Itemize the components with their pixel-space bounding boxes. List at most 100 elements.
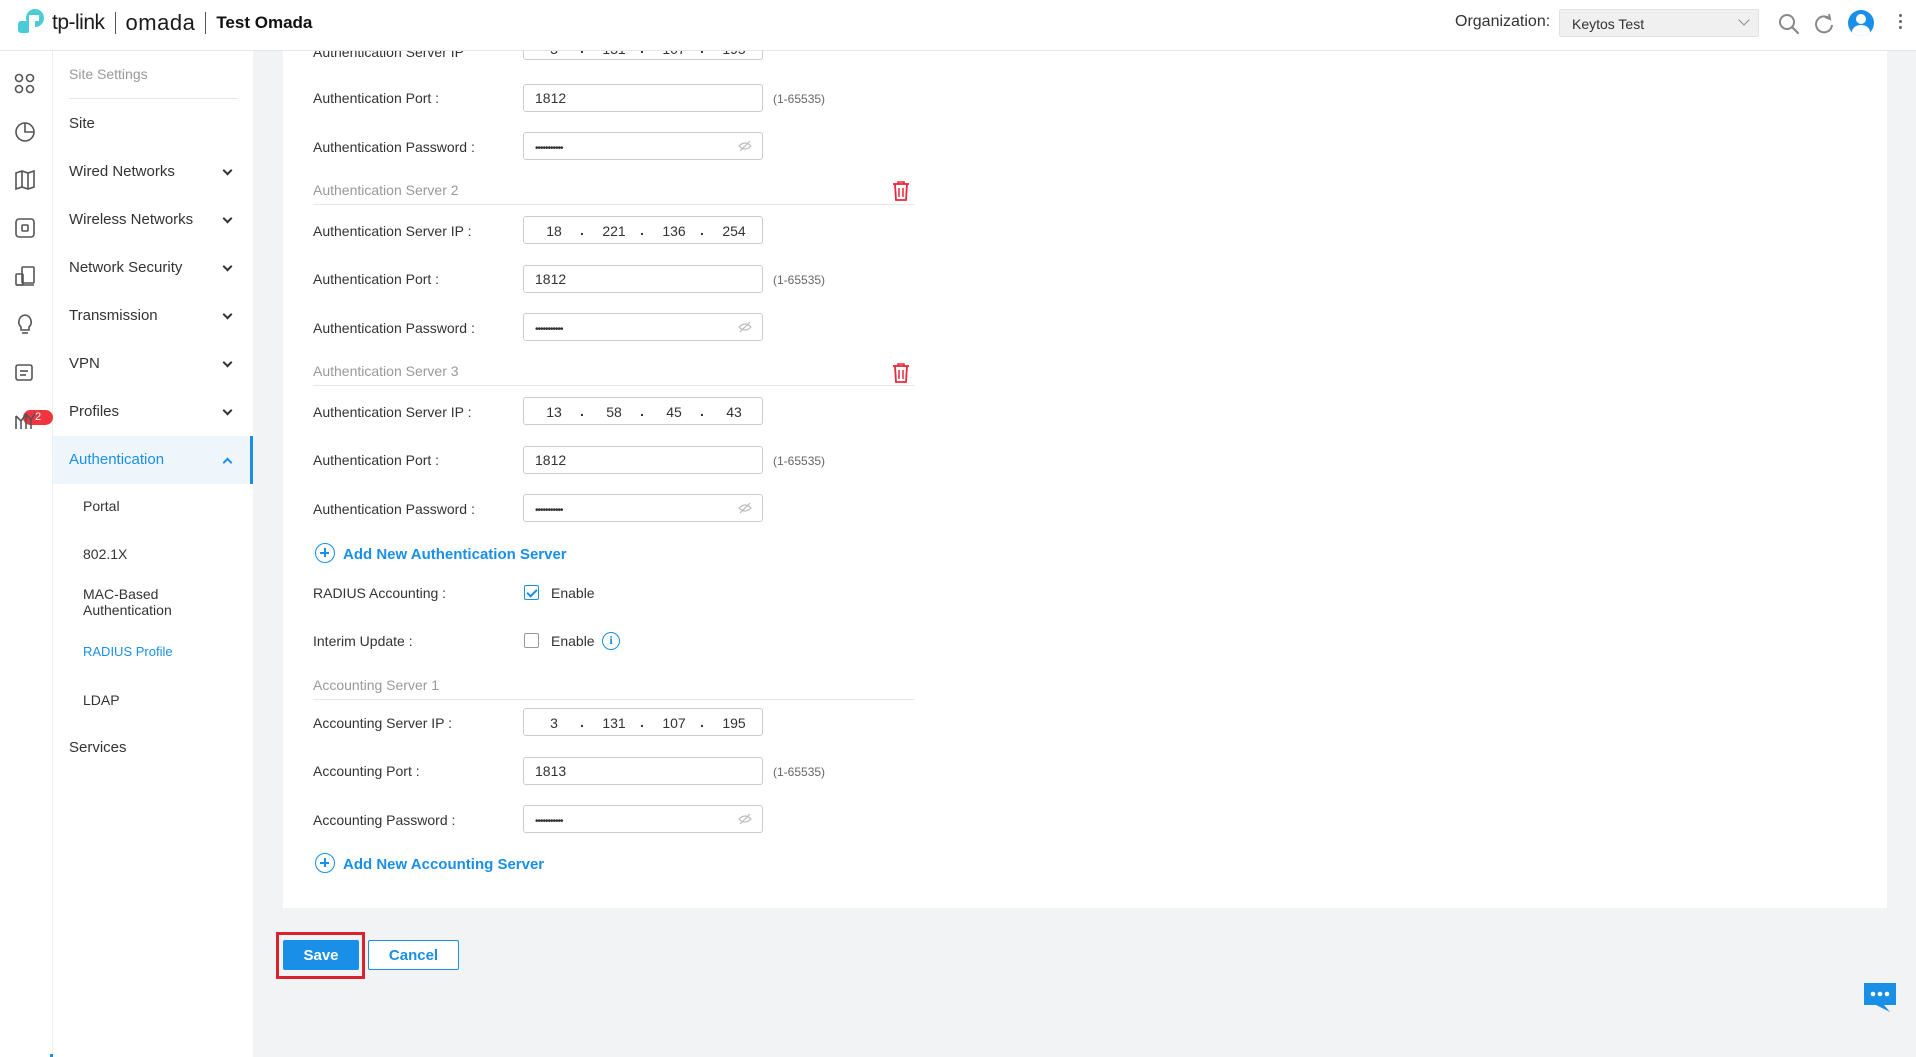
sidebar-item-network-security[interactable]: Network Security [53, 244, 253, 292]
sidebar-item-services[interactable]: Services [53, 724, 253, 772]
ip-octet[interactable]: 136 [654, 223, 694, 239]
auth-server2-port-label: Authentication Port : [313, 271, 440, 287]
auth-server2-password-input[interactable]: ••••••••••• [523, 313, 763, 341]
main-nav-rail: 2 [0, 51, 53, 1057]
ip-octet[interactable]: 18 [534, 223, 574, 239]
auth-server3-port-input[interactable]: 1812 [523, 446, 763, 474]
tp-link-logo-icon [16, 7, 48, 39]
eye-off-icon[interactable] [738, 320, 752, 334]
insights-bulb-icon[interactable] [13, 312, 37, 336]
top-header: tp-link omada Test Omada Organization: K… [0, 0, 1916, 51]
ip-octet[interactable]: 221 [594, 223, 634, 239]
port-range-hint: (1-65535) [773, 454, 826, 468]
chevron-down-icon [222, 309, 233, 320]
refresh-icon[interactable] [1811, 11, 1837, 37]
auth-server3-password-input[interactable]: ••••••••••• [523, 494, 763, 522]
save-button[interactable]: Save [283, 940, 359, 970]
info-icon[interactable]: i [602, 632, 620, 650]
sidebar-item-profiles[interactable]: Profiles [53, 388, 253, 436]
organization-select[interactable]: Keytos Test [1559, 9, 1759, 37]
chat-support-icon[interactable] [1862, 981, 1898, 1013]
chevron-down-icon [222, 213, 233, 224]
acct-server1-password-label: Accounting Password : [313, 812, 456, 828]
brand-name: tp-link [52, 11, 105, 34]
eye-off-icon[interactable] [738, 501, 752, 515]
sidebar-item-vpn[interactable]: VPN [53, 340, 253, 388]
sidebar-subitem-mac-based-auth[interactable]: MAC-Based Authentication [53, 586, 173, 618]
add-acct-server-label: Add New Accounting Server [343, 856, 545, 873]
sidebar-item-label: Services [69, 739, 127, 756]
auth-server2-ip-input[interactable]: 18 . 221 . 136 . 254 [523, 216, 763, 244]
settings-sidebar: Site Settings Site Wired Networks Wirele… [53, 51, 253, 1057]
radius-accounting-checkbox[interactable] [524, 585, 539, 600]
auth-server1-port-input[interactable]: 1812 [523, 84, 763, 112]
dashboard-icon[interactable] [13, 72, 37, 96]
page-scrollbar[interactable] [1904, 51, 1916, 1057]
chevron-down-icon [222, 165, 233, 176]
logs-icon[interactable] [13, 360, 37, 384]
ip-octet[interactable]: 13 [534, 404, 574, 420]
more-menu-icon[interactable] [1897, 12, 1903, 34]
sidebar-item-label: Wired Networks [69, 163, 175, 180]
acct-server1-password-input[interactable]: ••••••••••• [523, 805, 763, 833]
statistics-icon[interactable] [13, 120, 37, 144]
sidebar-item-label: VPN [69, 355, 100, 372]
ip-octet[interactable]: 107 [654, 715, 694, 731]
sidebar-subitem-ldap[interactable]: LDAP [53, 692, 253, 708]
sidebar-item-wired-networks[interactable]: Wired Networks [53, 148, 253, 196]
sidebar-item-label: Authentication [69, 451, 165, 468]
interim-update-label: Interim Update : [313, 633, 413, 649]
brand-logo[interactable]: tp-link omada Test Omada [16, 8, 312, 38]
sidebar-subitem-radius-profile[interactable]: RADIUS Profile [53, 644, 253, 659]
eye-off-icon[interactable] [738, 139, 752, 153]
user-avatar[interactable] [1848, 10, 1874, 36]
search-icon[interactable] [1776, 11, 1802, 37]
sidebar-subitem-portal[interactable]: Portal [53, 498, 253, 514]
product-name: omada [125, 10, 196, 35]
auth-server1-password-label: Authentication Password : [313, 139, 475, 155]
delete-trash-icon[interactable] [891, 362, 911, 384]
sidebar-item-wireless-networks[interactable]: Wireless Networks [53, 196, 253, 244]
map-icon[interactable] [13, 168, 37, 192]
devices-icon[interactable] [13, 216, 37, 240]
ip-octet[interactable]: 131 [594, 715, 634, 731]
sidebar-item-label: Wireless Networks [69, 211, 194, 228]
sidebar-item-authentication[interactable]: Authentication [53, 436, 253, 484]
ip-octet[interactable]: 45 [654, 404, 694, 420]
sidebar-item-transmission[interactable]: Transmission [53, 292, 253, 340]
add-auth-server-label: Add New Authentication Server [343, 546, 567, 563]
auth-server2-ip-label: Authentication Server IP : [313, 223, 472, 239]
sidebar-item-label: Profiles [69, 403, 120, 420]
acct-server1-ip-input[interactable]: 3 . 131 . 107 . 195 [523, 708, 763, 736]
cancel-button[interactable]: Cancel [368, 940, 459, 970]
eye-off-icon[interactable] [738, 812, 752, 826]
ip-octet[interactable]: 195 [714, 715, 754, 731]
add-accounting-server-button[interactable]: Add New Accounting Server [315, 853, 544, 873]
auth-server1-password-input[interactable]: ••••••••••• [523, 132, 763, 160]
auth-server3-ip-input[interactable]: 13 . 58 . 45 . 43 [523, 397, 763, 425]
site-name[interactable]: Test Omada [216, 13, 312, 33]
acct-server1-ip-label: Accounting Server IP : [313, 715, 453, 731]
ip-octet[interactable]: 254 [714, 223, 754, 239]
organization-value: Keytos Test [1572, 16, 1645, 32]
sidebar-item-label: Transmission [69, 307, 158, 324]
sidebar-subitem-8021x[interactable]: 802.1X [53, 546, 253, 562]
auth-server2-port-input[interactable]: 1812 [523, 265, 763, 293]
delete-trash-icon[interactable] [891, 180, 911, 202]
interim-update-checkbox[interactable] [524, 633, 539, 648]
acct-server1-port-input[interactable]: 1813 [523, 757, 763, 785]
ip-octet[interactable]: 3 [534, 715, 574, 731]
sidebar-item-site[interactable]: Site [53, 100, 253, 148]
sidebar-item-label: Network Security [69, 259, 183, 276]
clients-icon[interactable] [13, 264, 37, 288]
reports-chart-icon[interactable] [13, 408, 37, 432]
ip-octet[interactable]: 58 [594, 404, 634, 420]
add-circle-icon [315, 543, 335, 563]
ip-octet[interactable]: 43 [714, 404, 754, 420]
add-authentication-server-button[interactable]: Add New Authentication Server [315, 543, 567, 563]
auth-server3-port-label: Authentication Port : [313, 452, 440, 468]
password-mask: ••••••••••• [535, 816, 563, 827]
sidebar-divider [69, 98, 237, 99]
sidebar-item-label: Site [69, 115, 95, 132]
auth-server3-password-label: Authentication Password : [313, 501, 475, 517]
